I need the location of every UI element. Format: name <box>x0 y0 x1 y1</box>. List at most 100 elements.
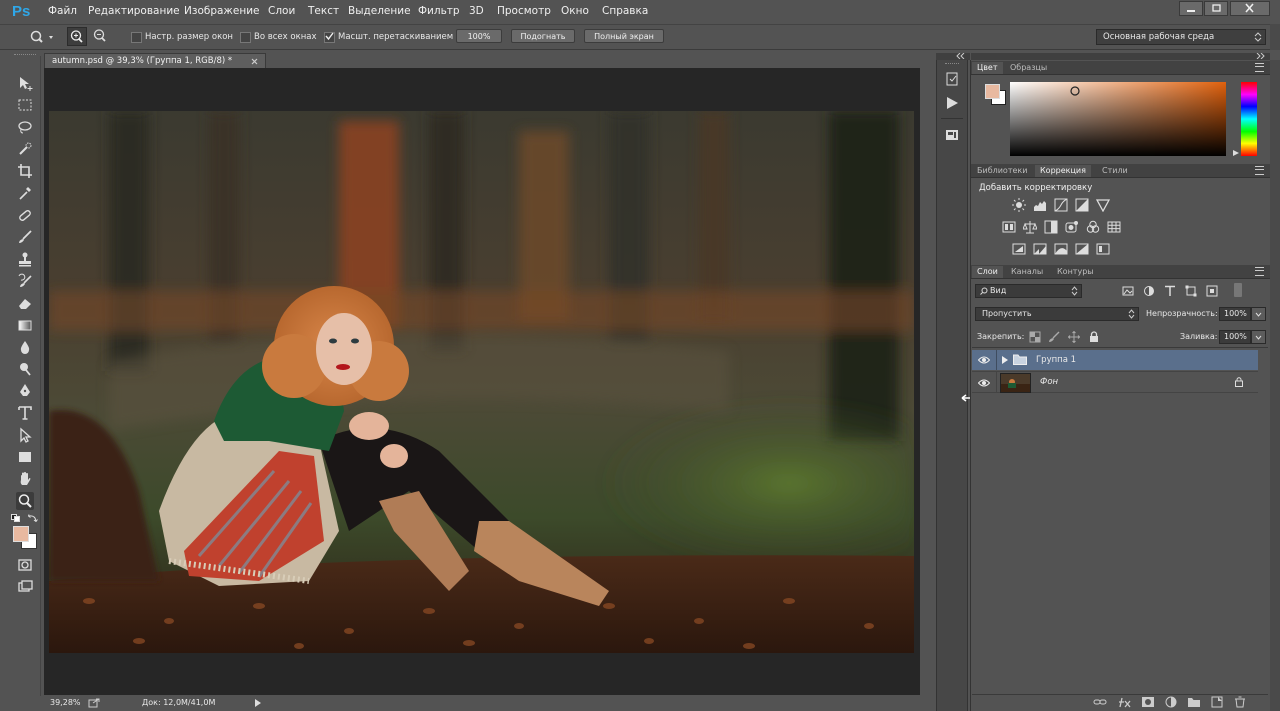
add-mask-button[interactable] <box>1141 696 1155 711</box>
menu-help[interactable]: Справка <box>602 5 648 17</box>
hue-saturation-button[interactable] <box>1002 220 1016 237</box>
swap-colors-button[interactable] <box>27 514 38 523</box>
fill-screen-button[interactable]: Полный экран <box>584 29 664 43</box>
color-spectrum-field[interactable] <box>1010 82 1226 156</box>
filter-adjustment-button[interactable] <box>1143 285 1155 300</box>
crop-tool[interactable] <box>16 162 34 180</box>
properties-panel-button[interactable] <box>942 126 962 144</box>
brush-tool[interactable] <box>16 228 34 246</box>
gradient-tool[interactable] <box>16 316 34 334</box>
layer-name[interactable]: Фон <box>1040 372 1058 392</box>
fill-dropdown[interactable] <box>1251 330 1266 344</box>
zoom-in-button[interactable] <box>67 27 87 46</box>
tab-libraries[interactable]: Библиотеки <box>972 165 1032 177</box>
tab-layers[interactable]: Слои <box>972 266 1003 278</box>
menu-filter[interactable]: Фильтр <box>418 5 460 17</box>
layer-filter-select[interactable]: Вид <box>975 284 1082 298</box>
healing-brush-tool[interactable] <box>16 206 34 224</box>
tab-swatches[interactable]: Образцы <box>1005 62 1052 74</box>
blend-mode-select[interactable]: Пропустить <box>975 307 1139 321</box>
actions-panel-button[interactable] <box>942 94 962 112</box>
new-adjustment-layer-button[interactable] <box>1164 696 1178 711</box>
expand-arrow-icon[interactable] <box>1002 356 1008 364</box>
color-panel-menu-icon[interactable] <box>1255 63 1264 72</box>
filter-smart-object-button[interactable] <box>1206 285 1218 300</box>
menu-select[interactable]: Выделение <box>348 5 411 17</box>
all-windows-checkbox[interactable] <box>240 32 251 43</box>
type-tool[interactable] <box>16 404 34 422</box>
zoom-out-button[interactable] <box>91 27 111 46</box>
menu-layers[interactable]: Слои <box>268 5 295 17</box>
scrubby-zoom-checkbox[interactable] <box>324 32 335 43</box>
layers-panel-menu-icon[interactable] <box>1255 267 1264 276</box>
close-window-button[interactable] <box>1230 1 1270 16</box>
clone-stamp-tool[interactable] <box>16 250 34 268</box>
tool-preset-picker[interactable] <box>28 29 56 45</box>
move-tool[interactable] <box>16 74 34 92</box>
channel-mixer-button[interactable] <box>1086 220 1100 237</box>
marquee-tool[interactable] <box>16 96 34 114</box>
menu-view[interactable]: Просмотр <box>497 5 551 17</box>
lock-position-button[interactable] <box>1067 330 1081 346</box>
adjustments-panel-menu-icon[interactable] <box>1255 166 1264 175</box>
new-group-button[interactable] <box>1187 696 1201 711</box>
curves-button[interactable] <box>1054 198 1068 215</box>
eye-icon[interactable] <box>978 355 990 365</box>
pen-tool[interactable] <box>16 382 34 400</box>
photo-filter-button[interactable] <box>1065 220 1079 237</box>
filter-type-button[interactable] <box>1164 285 1176 300</box>
threshold-button[interactable] <box>1054 242 1068 259</box>
export-icon[interactable] <box>88 698 100 708</box>
lock-transparency-button[interactable] <box>1029 331 1041 346</box>
document-canvas-image[interactable] <box>49 111 914 653</box>
layer-row-background[interactable]: Фон <box>972 371 1258 393</box>
new-layer-button[interactable] <box>1210 696 1224 711</box>
foreground-color-swatch[interactable] <box>13 526 29 542</box>
quick-mask-button[interactable] <box>16 556 34 574</box>
filter-toggle[interactable] <box>1234 283 1242 297</box>
layer-name[interactable]: Группа 1 <box>1036 350 1076 370</box>
lock-pixels-button[interactable] <box>1048 331 1060 346</box>
history-panel-button[interactable] <box>942 70 962 88</box>
menu-window[interactable]: Окно <box>561 5 589 17</box>
menu-image[interactable]: Изображение <box>184 5 260 17</box>
black-white-button[interactable] <box>1044 220 1058 237</box>
close-tab-icon[interactable] <box>251 58 259 66</box>
opacity-dropdown[interactable] <box>1251 307 1266 321</box>
eyedropper-tool[interactable] <box>16 184 34 202</box>
lock-all-button[interactable] <box>1088 331 1100 346</box>
posterize-button[interactable] <box>1033 242 1047 259</box>
eye-icon[interactable] <box>978 378 990 388</box>
document-tab[interactable]: autumn.psd @ 39,3% (Группа 1, RGB/8) * <box>44 53 266 68</box>
status-menu-arrow-icon[interactable] <box>254 698 262 708</box>
color-balance-button[interactable] <box>1022 220 1038 237</box>
strip-grip[interactable] <box>945 63 959 66</box>
layer-row-group-1[interactable]: Группа 1 <box>972 350 1258 370</box>
fit-screen-button[interactable]: Подогнать <box>511 29 575 43</box>
blur-tool[interactable] <box>16 338 34 356</box>
menu-3d[interactable]: 3D <box>469 5 484 17</box>
tab-channels[interactable]: Каналы <box>1006 266 1048 278</box>
tab-adjustments[interactable]: Коррекция <box>1035 165 1091 177</box>
lasso-tool[interactable] <box>16 118 34 136</box>
invert-button[interactable] <box>1012 242 1026 259</box>
eraser-tool[interactable] <box>16 294 34 312</box>
rectangle-tool[interactable] <box>16 448 34 466</box>
toolbox-grip[interactable] <box>14 54 36 59</box>
minimize-button[interactable] <box>1179 1 1203 16</box>
menu-file[interactable]: Файл <box>48 5 77 17</box>
brightness-contrast-button[interactable] <box>1012 198 1026 215</box>
color-lookup-button[interactable] <box>1107 220 1121 237</box>
history-brush-tool[interactable] <box>16 272 34 290</box>
zoom-tool[interactable] <box>16 492 34 510</box>
filter-shape-button[interactable] <box>1185 285 1197 300</box>
exposure-button[interactable] <box>1075 198 1089 215</box>
options-bar-scroll[interactable] <box>1270 24 1280 50</box>
quick-selection-tool[interactable] <box>16 140 34 158</box>
layer-style-button[interactable] <box>1118 696 1132 711</box>
hand-tool[interactable] <box>16 470 34 488</box>
menu-edit[interactable]: Редактирование <box>88 5 180 17</box>
hue-slider[interactable] <box>1241 82 1257 156</box>
right-dock-collapse-bar[interactable] <box>971 53 1270 60</box>
fill-input[interactable]: 100% <box>1219 330 1251 344</box>
